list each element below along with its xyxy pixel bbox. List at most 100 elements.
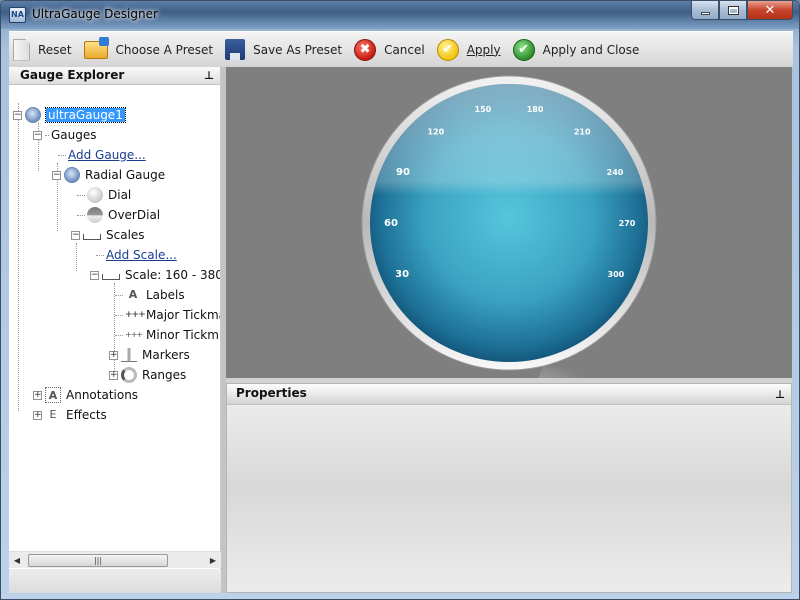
gauge-label-60: 60 bbox=[384, 218, 398, 229]
radial-gauge-icon bbox=[64, 167, 80, 183]
tree-node-label: Scale: 160 - 380 bbox=[125, 268, 220, 282]
collapse-toggle[interactable]: − bbox=[33, 130, 42, 140]
tree-node-labels[interactable]: A Labels bbox=[115, 286, 185, 304]
tree-node-label: OverDial bbox=[108, 208, 161, 222]
tree-connector bbox=[45, 134, 49, 136]
tree-node-major-tickmarks[interactable]: +++ Major Tickma bbox=[115, 306, 220, 324]
gauge-label-240: 240 bbox=[607, 168, 624, 177]
apply-button[interactable]: ✔ Apply bbox=[433, 35, 505, 65]
new-page-icon bbox=[13, 38, 30, 61]
annotations-icon: A bbox=[45, 387, 61, 403]
expand-toggle[interactable]: + bbox=[109, 370, 118, 380]
tree-connector bbox=[96, 254, 104, 256]
tree-node-dial[interactable]: Dial bbox=[77, 186, 131, 204]
cancel-button[interactable]: ✖ Cancel bbox=[350, 35, 429, 65]
gauge-label-120: 120 bbox=[427, 127, 444, 136]
collapse-toggle[interactable]: − bbox=[52, 170, 61, 180]
gauge-label-270: 270 bbox=[619, 219, 636, 228]
dial-icon bbox=[87, 187, 103, 203]
expand-toggle[interactable]: + bbox=[109, 350, 118, 360]
tree-node-label: Radial Gauge bbox=[85, 168, 166, 182]
tree-node-annotations[interactable]: + A Annotations bbox=[33, 386, 138, 404]
gauge-label-300: 300 bbox=[608, 270, 625, 279]
reset-label: Reset bbox=[38, 42, 72, 57]
app-logo-icon: NA bbox=[9, 7, 26, 23]
scroll-left-icon[interactable]: ◀ bbox=[11, 554, 23, 567]
pin-icon[interactable]: ⊥ bbox=[775, 385, 785, 404]
gauge-icon bbox=[25, 107, 41, 123]
horizontal-scrollbar[interactable]: ◀ ||| ▶ bbox=[9, 551, 221, 568]
minimize-icon bbox=[700, 11, 710, 15]
tree-node-label: Major Tickma bbox=[146, 308, 220, 322]
gauge-explorer-panel: Gauge Explorer ⊥ − ultraGauge1 − Gauges … bbox=[9, 67, 221, 593]
tree-node-label: Scales bbox=[106, 228, 145, 242]
tree-node-label: Markers bbox=[142, 348, 190, 362]
cancel-label: Cancel bbox=[384, 42, 425, 57]
apply-label: Apply bbox=[466, 42, 501, 57]
labels-icon: A bbox=[128, 288, 138, 301]
scale-icon bbox=[102, 274, 120, 280]
scroll-right-icon[interactable]: ▶ bbox=[207, 554, 219, 567]
add-scale-label[interactable]: Add Scale... bbox=[106, 248, 177, 262]
effects-icon: E bbox=[49, 408, 57, 421]
expand-toggle[interactable]: + bbox=[33, 390, 42, 400]
save-as-preset-button[interactable]: Save As Preset bbox=[221, 35, 346, 65]
tree-node-effects[interactable]: + E Effects bbox=[33, 406, 107, 424]
tree-node-ranges[interactable]: + Ranges bbox=[109, 366, 186, 384]
tree-node-scale-160-380[interactable]: − Scale: 160 - 380 bbox=[90, 266, 220, 284]
gauge-label-30: 30 bbox=[395, 269, 409, 280]
minor-tickmark-icon: +++ bbox=[125, 330, 143, 339]
apply-check-icon: ✔ bbox=[436, 38, 459, 61]
gauge-label-90: 90 bbox=[396, 167, 410, 178]
tree-node-radial-gauge[interactable]: − Radial Gauge bbox=[52, 166, 165, 184]
add-gauge-label[interactable]: Add Gauge... bbox=[68, 148, 146, 162]
tree-connector bbox=[115, 294, 123, 296]
scrollbar-thumb[interactable]: ||| bbox=[28, 554, 168, 567]
overdial-icon bbox=[87, 207, 103, 223]
tree-node-scales[interactable]: − Scales bbox=[71, 226, 145, 244]
tree-node-overdial[interactable]: OverDial bbox=[77, 206, 160, 224]
gauge-preview: 30 60 90 120 150 180 210 240 270 300 bbox=[226, 67, 792, 378]
tree-node-label: Dial bbox=[108, 188, 132, 202]
add-scale-link[interactable]: Add Scale... bbox=[96, 246, 177, 264]
collapse-toggle[interactable]: − bbox=[71, 230, 80, 240]
apply-and-close-label: Apply and Close bbox=[542, 42, 640, 57]
collapse-toggle[interactable]: − bbox=[13, 110, 22, 120]
pin-icon[interactable]: ⊥ bbox=[204, 67, 214, 84]
minimize-button[interactable] bbox=[691, 1, 719, 20]
tree-connector bbox=[77, 214, 85, 216]
maximize-icon bbox=[727, 5, 739, 15]
choose-preset-button[interactable]: Choose A Preset bbox=[80, 35, 218, 65]
close-icon: ✕ bbox=[764, 2, 776, 18]
save-as-preset-label: Save As Preset bbox=[253, 42, 343, 57]
floppy-disk-icon bbox=[225, 39, 246, 60]
tree-node-ultragauge1[interactable]: − ultraGauge1 bbox=[13, 106, 126, 124]
tree-connector bbox=[115, 314, 123, 316]
designer-window: NA UltraGauge Designer ✕ Reset Choose A … bbox=[0, 0, 800, 600]
tree-line bbox=[18, 103, 19, 411]
close-button[interactable]: ✕ bbox=[747, 1, 793, 20]
maximize-button[interactable] bbox=[719, 1, 747, 20]
reset-button[interactable]: Reset bbox=[9, 35, 76, 65]
tree-node-markers[interactable]: + Markers bbox=[109, 346, 190, 364]
tree-node-label: ultraGauge1 bbox=[45, 107, 126, 123]
window-title: UltraGauge Designer bbox=[32, 7, 158, 21]
tree-node-gauges[interactable]: − Gauges bbox=[33, 126, 97, 144]
add-gauge-link[interactable]: Add Gauge... bbox=[58, 146, 146, 164]
radial-gauge-preview: 30 60 90 120 150 180 210 240 270 300 bbox=[361, 75, 657, 378]
gauge-label-180: 180 bbox=[527, 105, 544, 114]
gauge-tree: − ultraGauge1 − Gauges Add Gauge... − Ra… bbox=[9, 85, 220, 569]
gauge-explorer-title: Gauge Explorer bbox=[20, 68, 125, 82]
gauge-label-210: 210 bbox=[574, 127, 591, 136]
collapse-toggle[interactable]: − bbox=[90, 270, 99, 280]
properties-panel: Properties ⊥ bbox=[226, 383, 792, 593]
tree-node-minor-tickmarks[interactable]: +++ Minor Tickm bbox=[115, 326, 219, 344]
tree-node-label: Minor Tickm bbox=[146, 328, 219, 342]
tree-connector bbox=[115, 334, 123, 336]
explorer-footer bbox=[9, 569, 221, 593]
expand-toggle[interactable]: + bbox=[33, 410, 42, 420]
properties-title: Properties bbox=[236, 386, 307, 400]
tree-node-label: Gauges bbox=[51, 128, 97, 142]
apply-and-close-button[interactable]: ✔ Apply and Close bbox=[509, 35, 644, 65]
title-bar[interactable]: NA UltraGauge Designer ✕ bbox=[1, 1, 799, 29]
